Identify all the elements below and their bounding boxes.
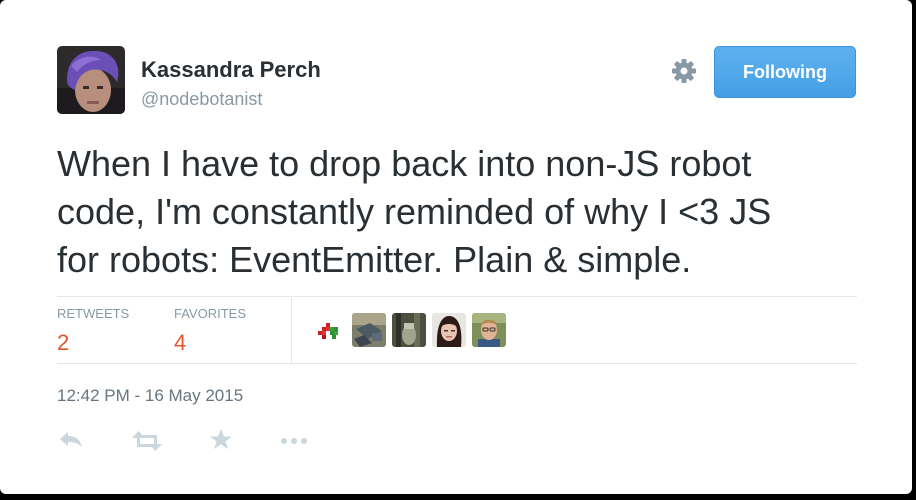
forest-photo-avatar[interactable] — [392, 313, 426, 347]
favorite-icon[interactable] — [209, 428, 233, 454]
divider — [57, 363, 857, 364]
retweet-icon[interactable] — [132, 431, 162, 457]
following-button[interactable]: Following — [714, 46, 856, 98]
author-handle[interactable]: @nodebotanist — [141, 89, 262, 110]
tweet-line: code, I'm constantly reminded of why I <… — [57, 191, 772, 232]
favorites-count: 4 — [174, 330, 187, 355]
author-avatar[interactable] — [57, 46, 125, 114]
retweets-stat[interactable]: RETWEETS 2 — [57, 306, 129, 356]
tweet-timestamp[interactable]: 12:42 PM - 16 May 2015 — [57, 386, 243, 406]
reply-icon[interactable] — [58, 430, 84, 456]
stats-separator — [291, 298, 292, 363]
retweets-count: 2 — [57, 330, 70, 355]
more-icon[interactable] — [280, 433, 308, 459]
gear-icon[interactable] — [671, 58, 697, 84]
favorites-label: FAVORITES — [174, 306, 246, 321]
tweet-line: for robots: EventEmitter. Plain & simple… — [57, 239, 692, 280]
retweets-label: RETWEETS — [57, 306, 130, 321]
tweet-line: When I have to drop back into non-JS rob… — [57, 143, 752, 184]
tweet-card: Kassandra Perch @nodebotanist Following … — [0, 0, 912, 494]
tweet-text: When I have to drop back into non-JS rob… — [57, 140, 857, 284]
divider — [57, 296, 857, 297]
man-portrait-avatar[interactable] — [472, 313, 506, 347]
tabletop-photo-avatar[interactable] — [352, 313, 386, 347]
robot-sprite-avatar[interactable] — [312, 313, 346, 347]
author-name[interactable]: Kassandra Perch — [141, 57, 321, 83]
favorites-stat[interactable]: FAVORITES 4 — [174, 306, 246, 356]
woman-portrait-avatar[interactable] — [432, 313, 466, 347]
